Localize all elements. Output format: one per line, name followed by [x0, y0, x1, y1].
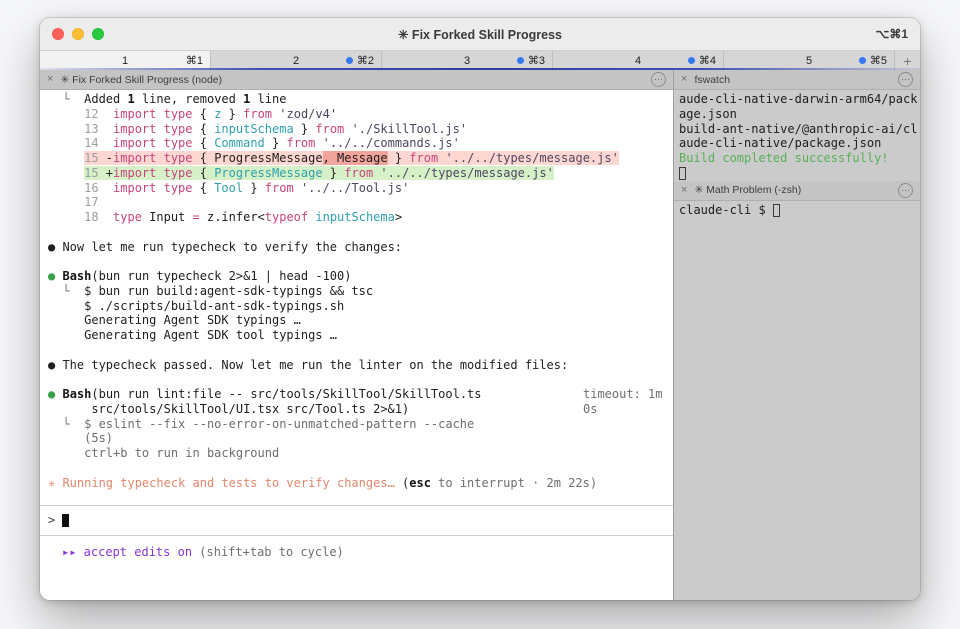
terminal-line: [48, 461, 663, 476]
zoom-window-button[interactable]: [92, 28, 104, 40]
terminal-line: 12 import type { z } from 'zod/v4': [48, 107, 663, 122]
terminal-line: ✳ Running typecheck and tests to verify …: [48, 476, 663, 491]
terminal-line: 17: [48, 195, 663, 210]
terminal-line: [48, 372, 663, 387]
activity-dot-icon: [688, 57, 695, 64]
activity-dot-icon: [346, 57, 353, 64]
cursor-hollow: [679, 167, 686, 180]
terminal-line: └ $ bun run build:agent-sdk-typings && t…: [48, 284, 663, 299]
terminal-line: 15 -import type { ProgressMessage, Messa…: [48, 151, 663, 166]
pane-menu-icon[interactable]: ⋯: [898, 183, 913, 198]
fswatch-pane-titlebar: × fswatch ⋯: [674, 70, 920, 90]
mode-label: ▸▸ accept edits on: [62, 545, 192, 559]
fswatch-pane-title: fswatch: [694, 74, 730, 86]
terminal-line: aude-cli-native/package.json: [679, 136, 915, 151]
terminal-line: 14 import type { Command } from '../../c…: [48, 136, 663, 151]
tab-accent-line: [40, 68, 920, 70]
close-pane-icon[interactable]: ×: [47, 74, 53, 85]
main-pane: × ✳ Fix Forked Skill Progress (node) ⋯ └…: [40, 70, 674, 600]
terminal-line: └ Added 1 line, removed 1 line: [48, 92, 663, 107]
terminal-line: ● The typecheck passed. Now let me run t…: [48, 358, 663, 373]
window-shortcut-label: ⌥⌘1: [875, 27, 920, 41]
tab-bar: 1⌘12⌘23⌘34⌘45⌘5 +: [40, 50, 920, 70]
terminal-line: aude-cli-native-darwin-arm64/pack: [679, 92, 915, 107]
mode-hint: (shift+tab to cycle): [192, 545, 344, 559]
terminal-line: 16 import type { Tool } from '../../Tool…: [48, 181, 663, 196]
terminal-line: age.json: [679, 107, 915, 122]
activity-dot-icon: [517, 57, 524, 64]
terminal-line: └ $ eslint --fix --no-error-on-unmatched…: [48, 417, 663, 432]
cursor-hollow: [773, 204, 780, 217]
right-pane-stack: × fswatch ⋯ aude-cli-native-darwin-arm64…: [674, 70, 920, 600]
activity-dot-icon: [859, 57, 866, 64]
prompt-input-box[interactable]: >: [40, 505, 673, 536]
terminal-line: (5s): [48, 431, 663, 446]
traffic-lights: [40, 28, 104, 40]
main-pane-title: ✳ Fix Forked Skill Progress (node): [60, 74, 222, 86]
minimize-window-button[interactable]: [72, 28, 84, 40]
permission-mode-line: ▸▸ accept edits on (shift+tab to cycle): [40, 536, 673, 560]
math-pane-titlebar: × ✳ Math Problem (-zsh) ⋯: [674, 181, 920, 201]
terminal-line: ctrl+b to run in background: [48, 446, 663, 461]
terminal-line: 18 type Input = z.infer<typeof inputSche…: [48, 210, 663, 225]
close-window-button[interactable]: [52, 28, 64, 40]
block-cursor: [62, 514, 69, 527]
math-pane-title: ✳ Math Problem (-zsh): [694, 184, 801, 196]
terminal-line: [48, 343, 663, 358]
terminal-line: claude-cli $: [679, 203, 915, 218]
window-titlebar[interactable]: ✳ Fix Forked Skill Progress ⌥⌘1: [40, 18, 920, 50]
window-title: ✳ Fix Forked Skill Progress: [40, 27, 920, 42]
terminal-line: [48, 254, 663, 269]
terminal-line: Generating Agent SDK typings …: [48, 313, 663, 328]
terminal-line: ● Bash(bun run lint:file -- src/tools/Sk…: [48, 387, 663, 402]
terminal-line: [48, 490, 663, 505]
close-pane-icon[interactable]: ×: [681, 74, 687, 85]
terminal-line: [679, 166, 915, 181]
pane-menu-icon[interactable]: ⋯: [898, 72, 913, 87]
claude-terminal-output[interactable]: └ Added 1 line, removed 1 line 12 import…: [40, 90, 673, 505]
terminal-line: src/tools/SkillTool/UI.tsx src/Tool.ts 2…: [48, 402, 663, 417]
close-pane-icon[interactable]: ×: [681, 185, 687, 196]
terminal-line: [48, 225, 663, 240]
terminal-line: ● Bash(bun run typecheck 2>&1 | head -10…: [48, 269, 663, 284]
terminal-window: ✳ Fix Forked Skill Progress ⌥⌘1 1⌘12⌘23⌘…: [40, 18, 920, 600]
terminal-line: ● Now let me run typecheck to verify the…: [48, 240, 663, 255]
main-pane-titlebar: × ✳ Fix Forked Skill Progress (node) ⋯: [40, 70, 673, 90]
terminal-line: build-ant-native/@anthropic-ai/cl: [679, 122, 915, 137]
terminal-line: 13 import type { inputSchema } from './S…: [48, 122, 663, 137]
terminal-line: $ ./scripts/build-ant-sdk-typings.sh: [48, 299, 663, 314]
terminal-line: 15 +import type { ProgressMessage } from…: [48, 166, 663, 181]
fswatch-terminal-output[interactable]: aude-cli-native-darwin-arm64/package.jso…: [674, 90, 920, 181]
pane-menu-icon[interactable]: ⋯: [651, 72, 666, 87]
terminal-line: Generating Agent SDK tool typings …: [48, 328, 663, 343]
pane-container: × ✳ Fix Forked Skill Progress (node) ⋯ └…: [40, 70, 920, 600]
math-terminal-output[interactable]: claude-cli $: [674, 201, 920, 601]
terminal-line: Build completed successfully!: [679, 151, 915, 166]
